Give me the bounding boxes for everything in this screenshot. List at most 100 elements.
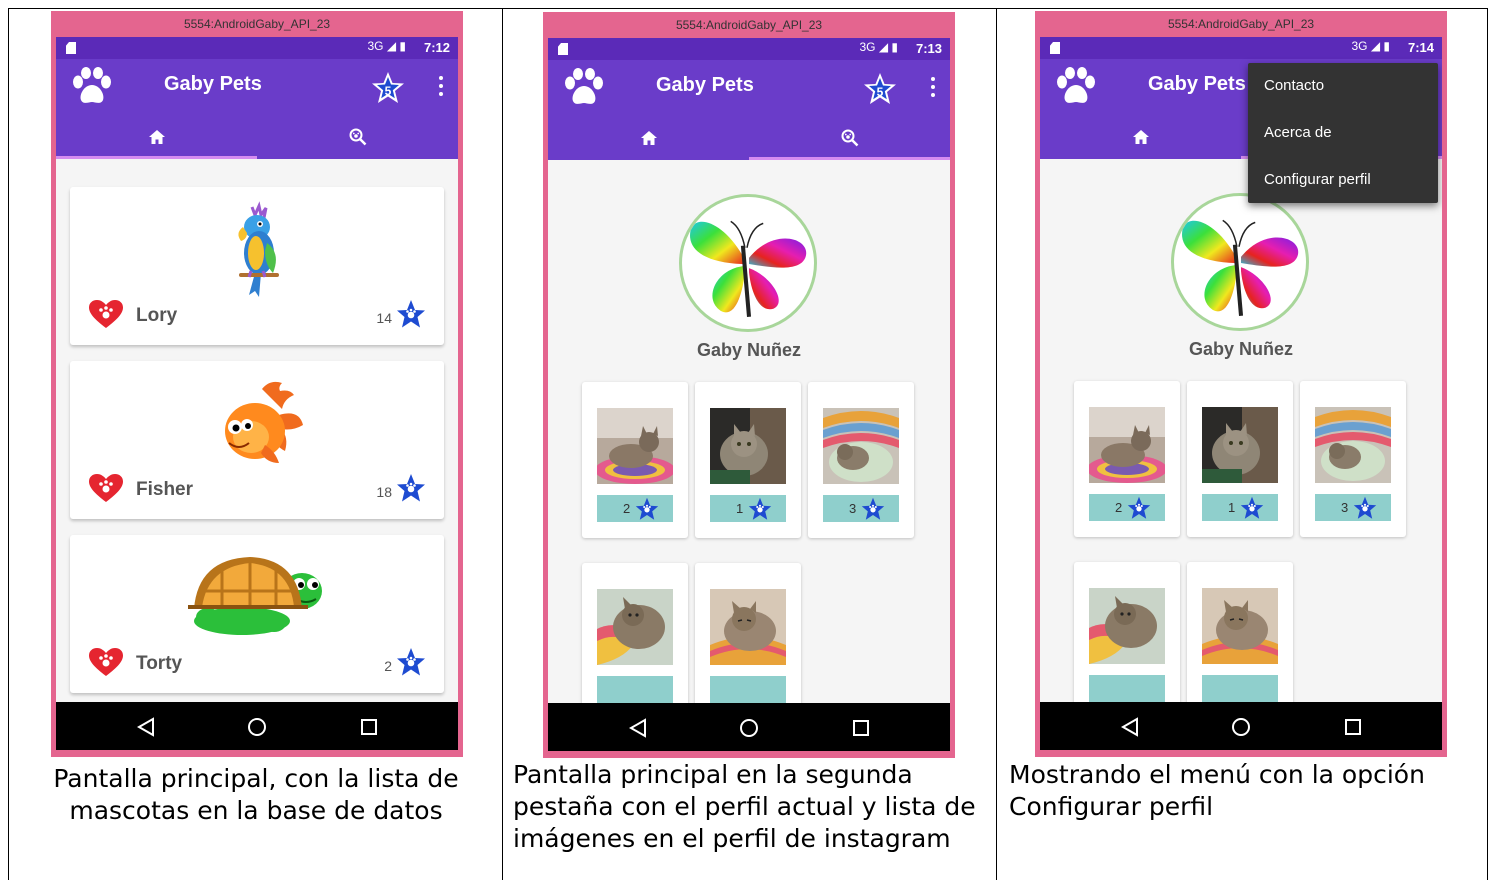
pet-card[interactable]: Torty 2 xyxy=(70,535,444,693)
status-time: 7:13 xyxy=(915,41,942,56)
tab-bar xyxy=(56,115,458,159)
photo-card[interactable]: 1 xyxy=(1187,381,1293,537)
emulator-window: 5554:AndroidGaby_API_23 3G ◢ ▮ 7:12 Gaby… xyxy=(51,11,463,757)
pet-name: Lory xyxy=(136,305,178,326)
photo-like-count: 1 xyxy=(1228,500,1236,515)
favorites-star-icon[interactable]: 5 xyxy=(371,71,405,105)
photo-like-bar xyxy=(1089,675,1165,702)
back-icon[interactable] xyxy=(627,717,649,739)
home-icon xyxy=(1132,128,1150,146)
tab-home[interactable] xyxy=(56,115,257,159)
home-circle-icon[interactable] xyxy=(1230,716,1252,738)
rating-star-icon xyxy=(396,647,426,677)
pet-like-count: 2 xyxy=(384,658,392,674)
parrot-image xyxy=(207,201,307,301)
signal-icon: 3G ◢ ▮ xyxy=(859,40,898,54)
rating-star-icon xyxy=(1353,496,1377,520)
photo-like-count: 3 xyxy=(849,501,857,516)
app-title: Gaby Pets xyxy=(656,74,754,96)
photo-card[interactable] xyxy=(1074,562,1180,718)
rating-star-icon xyxy=(1127,496,1151,520)
svg-text:5: 5 xyxy=(877,85,884,99)
photo-card[interactable] xyxy=(1187,562,1293,718)
heart-like-icon[interactable] xyxy=(88,647,124,677)
photo-card[interactable]: 3 xyxy=(1300,381,1406,537)
photo-card[interactable]: 1 xyxy=(695,382,801,538)
cat-photo xyxy=(1089,407,1165,483)
pet-name: Fisher xyxy=(136,479,194,500)
signal-icon: 3G ◢ ▮ xyxy=(367,39,406,53)
screenshot-caption: Mostrando el menú con la opción Configur… xyxy=(1009,760,1425,821)
cat-photo xyxy=(597,408,673,484)
heart-like-icon[interactable] xyxy=(88,473,124,503)
home-icon xyxy=(148,128,166,146)
photo-card[interactable]: 2 xyxy=(582,382,688,538)
tab-profile[interactable] xyxy=(749,116,950,160)
cat-photo xyxy=(1315,407,1391,483)
status-time: 7:14 xyxy=(1407,40,1434,55)
tab-profile[interactable] xyxy=(257,115,458,159)
tab-home[interactable] xyxy=(548,116,749,160)
status-bar: 3G ◢ ▮ 7:13 xyxy=(548,38,950,60)
cat-photo xyxy=(710,589,786,665)
photo-like-bar xyxy=(1202,675,1278,702)
back-icon[interactable] xyxy=(135,716,157,738)
overflow-menu-icon[interactable] xyxy=(438,76,444,98)
favorites-star-icon[interactable]: 5 xyxy=(863,72,897,106)
app-bar: Gaby Pets 5 xyxy=(56,59,458,115)
photo-card[interactable] xyxy=(582,563,688,719)
app-bar: Gaby Pets 5 xyxy=(548,60,950,116)
rating-star-icon xyxy=(396,473,426,503)
paw-logo-icon xyxy=(562,68,606,108)
recents-icon[interactable] xyxy=(1342,716,1364,738)
photo-like-bar: 1 xyxy=(710,495,786,522)
sd-card-icon xyxy=(558,43,568,55)
pet-card[interactable]: Lory 14 xyxy=(70,187,444,345)
tab-indicator xyxy=(56,156,257,159)
pet-name: Torty xyxy=(136,653,183,674)
status-bar: 3G ◢ ▮ 7:14 xyxy=(1040,37,1442,59)
photo-like-bar xyxy=(597,676,673,703)
sd-card-icon xyxy=(1050,42,1060,54)
tab-home[interactable] xyxy=(1040,115,1241,159)
menu-item-configurar-perfil[interactable]: Configurar perfil xyxy=(1264,171,1371,188)
photo-card[interactable]: 3 xyxy=(808,382,914,538)
home-circle-icon[interactable] xyxy=(738,717,760,739)
menu-item-acerca-de[interactable]: Acerca de xyxy=(1264,124,1332,141)
cat-photo xyxy=(1202,407,1278,483)
back-icon[interactable] xyxy=(1119,716,1141,738)
app-title: Gaby Pets xyxy=(1148,73,1246,95)
search-paw-icon xyxy=(349,128,367,146)
paw-logo-icon xyxy=(1054,67,1098,107)
emulator-title: 5554:AndroidGaby_API_23 xyxy=(1167,17,1315,31)
sd-card-icon xyxy=(66,42,76,54)
photo-like-count: 2 xyxy=(623,501,631,516)
photo-like-bar xyxy=(710,676,786,703)
recents-icon[interactable] xyxy=(850,717,872,739)
rating-star-icon xyxy=(1240,496,1264,520)
home-circle-icon[interactable] xyxy=(246,716,268,738)
recents-icon[interactable] xyxy=(358,716,380,738)
device-screen: 3G ◢ ▮ 7:14 Gaby Pets Gaby Nuñez 2 1 3 C… xyxy=(1040,37,1442,750)
document-table: 5554:AndroidGaby_API_23 3G ◢ ▮ 7:12 Gaby… xyxy=(8,8,1488,880)
rating-star-icon xyxy=(635,497,659,521)
table-cell-1: 5554:AndroidGaby_API_23 3G ◢ ▮ 7:12 Gaby… xyxy=(9,9,503,880)
home-icon xyxy=(640,129,658,147)
photo-like-count: 3 xyxy=(1341,500,1349,515)
tab-indicator xyxy=(749,157,950,160)
photo-card[interactable] xyxy=(695,563,801,719)
rating-star-icon xyxy=(861,497,885,521)
photo-like-bar: 3 xyxy=(1315,494,1391,521)
butterfly-image xyxy=(682,197,814,329)
photo-card[interactable]: 2 xyxy=(1074,381,1180,537)
photo-like-count: 2 xyxy=(1115,500,1123,515)
pet-card[interactable]: Fisher 18 xyxy=(70,361,444,519)
heart-like-icon[interactable] xyxy=(88,299,124,329)
photo-like-count: 1 xyxy=(736,501,744,516)
table-cell-3: 5554:AndroidGaby_API_23 3G ◢ ▮ 7:14 Gaby… xyxy=(997,9,1487,880)
cat-photo xyxy=(1202,588,1278,664)
device-screen: 3G ◢ ▮ 7:13 Gaby Pets 5 Gaby Nuñez 2 1 3 xyxy=(548,38,950,751)
menu-item-contacto[interactable]: Contacto xyxy=(1264,77,1324,94)
svg-text:5: 5 xyxy=(385,84,392,98)
overflow-menu-icon[interactable] xyxy=(930,77,936,99)
